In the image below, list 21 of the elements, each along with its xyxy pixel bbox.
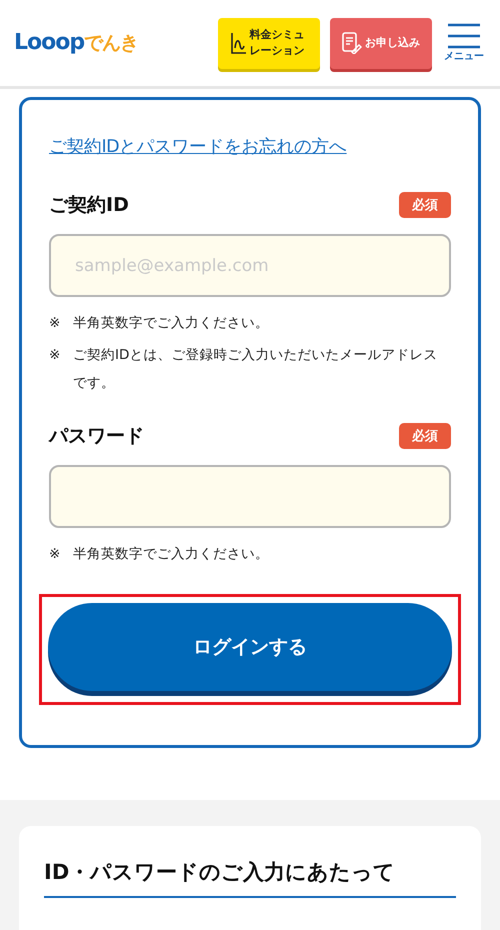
note-mark: ※ (49, 314, 62, 333)
menu-button[interactable]: メニュー (444, 23, 484, 63)
note-text: ご契約IDとは、ご登録時ご入力いただいたメールアドレスです。 (73, 346, 438, 393)
note-mark: ※ (49, 545, 62, 564)
required-tag: 必須 (399, 423, 451, 449)
chart-icon (230, 32, 246, 54)
simulation-button[interactable]: 料金シミュレーション (218, 18, 320, 68)
note-mark: ※ (49, 346, 62, 365)
apply-button[interactable]: お申し込み (330, 18, 432, 68)
document-pen-icon (342, 32, 362, 54)
required-tag: 必須 (399, 192, 451, 218)
input-field[interactable] (49, 465, 451, 528)
field-label: パスワード (49, 424, 144, 449)
field-label: ご契約ID (49, 193, 129, 218)
login-button[interactable]: ログインする (48, 603, 452, 691)
logo[interactable]: Looopでんき (14, 30, 138, 56)
note-text: 半角英数字でご入力ください。 (73, 545, 269, 564)
menu-icon (447, 23, 481, 49)
forgot-link[interactable]: ご契約IDとパスワードをお忘れの方へ (49, 134, 347, 158)
section-heading: ID・パスワードのご入力にあたって (44, 858, 456, 898)
note-text: 半角英数字でご入力ください。 (73, 314, 269, 333)
